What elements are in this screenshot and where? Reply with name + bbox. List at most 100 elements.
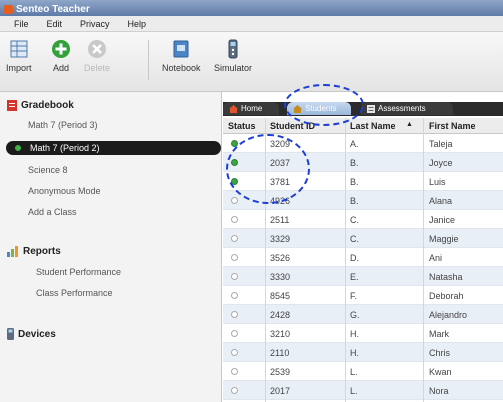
sidebar-class-science8[interactable]: Science 8 <box>28 165 68 175</box>
notebook-icon <box>170 38 192 60</box>
sidebar-class-label: Math 7 (Period 2) <box>30 143 100 153</box>
last-name-cell: B. <box>350 158 359 168</box>
student-id-cell: 3781 <box>270 177 291 187</box>
column-divider <box>345 118 346 402</box>
toolbar: Import Add Delete Notebook Simulator <box>0 32 503 92</box>
first-name-cell: Maggie <box>429 234 459 244</box>
status-inactive-icon <box>231 330 238 337</box>
last-name-cell: L. <box>350 367 358 377</box>
gradebook-heading[interactable]: Gradebook <box>7 100 74 111</box>
left-sidebar: Gradebook Math 7 (Period 3) Math 7 (Peri… <box>0 92 222 402</box>
first-name-cell: Joyce <box>429 158 453 168</box>
column-student-id[interactable]: Student ID <box>270 121 315 131</box>
student-id-cell: 3330 <box>270 272 291 282</box>
student-id-cell: 3329 <box>270 234 291 244</box>
last-name-cell: C. <box>350 215 359 225</box>
sidebar-anonymous-mode[interactable]: Anonymous Mode <box>28 186 101 196</box>
student-id-cell: 3210 <box>270 329 291 339</box>
add-button[interactable]: Add <box>50 38 72 73</box>
status-inactive-icon <box>231 311 238 318</box>
menu-edit[interactable]: Edit <box>47 19 63 29</box>
import-label: Import <box>6 63 32 73</box>
first-name-cell: Mark <box>429 329 449 339</box>
clicker-remote-icon <box>222 38 244 60</box>
tab-assessments[interactable]: Assessments <box>361 102 453 115</box>
student-id-cell: 3209 <box>270 139 291 149</box>
last-name-cell: B. <box>350 196 359 206</box>
student-id-cell: 8545 <box>270 291 291 301</box>
first-name-cell: Chris <box>429 348 451 358</box>
first-name-cell: Alana <box>429 196 453 206</box>
first-name-cell: Alejandro <box>429 310 468 320</box>
column-first-name[interactable]: First Name <box>429 121 476 131</box>
students-table: Status Student ID Last Name ▲ First Name… <box>223 118 503 402</box>
assessments-icon <box>367 104 375 113</box>
app-logo-icon <box>4 4 13 14</box>
status-inactive-icon <box>231 368 238 375</box>
device-icon <box>7 328 14 340</box>
home-icon <box>229 104 238 113</box>
last-name-cell: B. <box>350 177 359 187</box>
last-name-cell: H. <box>350 348 359 358</box>
gradebook-title: Gradebook <box>21 100 74 111</box>
status-inactive-icon <box>231 197 238 204</box>
window-title: Senteo Teacher <box>16 3 90 15</box>
tab-home[interactable]: Home <box>223 102 279 115</box>
notebook-button[interactable]: Notebook <box>162 38 201 73</box>
active-class-icon <box>15 145 21 151</box>
delete-button[interactable]: Delete <box>84 38 110 73</box>
last-name-cell: A. <box>350 139 359 149</box>
reports-heading[interactable]: Reports <box>7 246 61 257</box>
sidebar-add-class[interactable]: Add a Class <box>28 207 77 217</box>
sidebar-class-performance[interactable]: Class Performance <box>36 288 113 298</box>
sidebar-class-math7-period3[interactable]: Math 7 (Period 3) <box>28 120 98 130</box>
menu-privacy[interactable]: Privacy <box>80 19 110 29</box>
column-last-name[interactable]: Last Name <box>350 121 396 131</box>
student-id-cell: 2110 <box>270 348 290 358</box>
status-active-icon <box>231 159 238 166</box>
status-inactive-icon <box>231 216 238 223</box>
devices-title: Devices <box>18 328 56 340</box>
student-id-cell: 2428 <box>270 310 291 320</box>
tab-bar: Home Students Assessments <box>223 92 503 116</box>
toolbar-divider <box>148 40 149 80</box>
import-button[interactable]: Import <box>6 38 32 73</box>
last-name-cell: E. <box>350 272 359 282</box>
student-id-cell: 2511 <box>270 215 290 225</box>
status-active-icon <box>231 140 238 147</box>
notebook-label: Notebook <box>162 63 201 73</box>
student-id-cell: 4926 <box>270 196 291 206</box>
first-name-cell: Deborah <box>429 291 464 301</box>
menu-help[interactable]: Help <box>128 19 147 29</box>
tab-students[interactable]: Students <box>287 102 351 115</box>
column-divider <box>423 118 424 402</box>
first-name-cell: Janice <box>429 215 456 225</box>
title-bar: Senteo Teacher <box>0 0 503 16</box>
last-name-cell: D. <box>350 253 359 263</box>
status-inactive-icon <box>231 235 238 242</box>
devices-heading[interactable]: Devices <box>7 328 56 340</box>
sidebar-class-math7-period2[interactable]: Math 7 (Period 2) <box>6 141 221 155</box>
first-name-cell: Taleja <box>429 139 453 149</box>
tab-students-label: Students <box>305 104 337 113</box>
reports-title: Reports <box>23 246 61 257</box>
tab-assessments-label: Assessments <box>378 104 426 113</box>
last-name-cell: G. <box>350 310 360 320</box>
sidebar-student-performance[interactable]: Student Performance <box>36 267 121 277</box>
menu-file[interactable]: File <box>14 19 29 29</box>
sort-ascending-icon: ▲ <box>406 121 413 128</box>
status-inactive-icon <box>231 387 238 394</box>
first-name-cell: Ani <box>429 253 443 263</box>
column-status[interactable]: Status <box>228 121 256 131</box>
simulator-label: Simulator <box>214 63 253 73</box>
simulator-button[interactable]: Simulator <box>214 38 252 73</box>
senteo-teacher-window: Senteo Teacher File Edit Privacy Help Im… <box>0 0 503 402</box>
import-icon <box>8 38 30 60</box>
add-label: Add <box>52 63 69 73</box>
delete-label: Delete <box>84 63 111 73</box>
last-name-cell: H. <box>350 329 359 339</box>
last-name-cell: C. <box>350 234 359 244</box>
first-name-cell: Nora <box>429 386 449 396</box>
status-inactive-icon <box>231 254 238 261</box>
students-icon <box>293 104 302 113</box>
